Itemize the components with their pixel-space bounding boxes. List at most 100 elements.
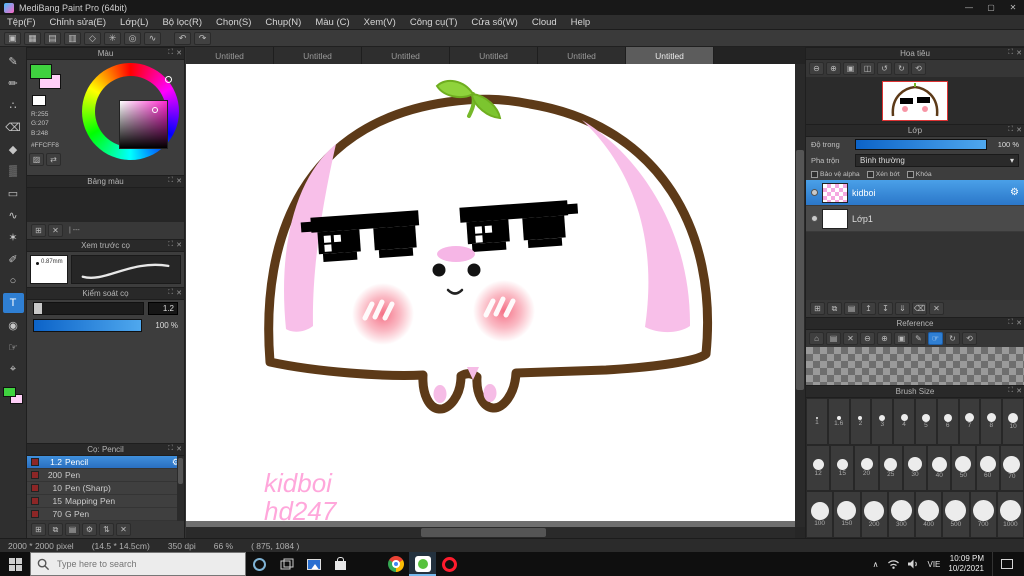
brush-size-5[interactable]: 5: [914, 398, 937, 445]
menu-item-5[interactable]: Chụp(N): [258, 15, 308, 29]
brush-size-1[interactable]: 1: [806, 398, 828, 445]
menu-item-11[interactable]: Help: [564, 15, 598, 29]
brush-row-2[interactable]: 10 Pen (Sharp): [27, 482, 184, 495]
start-button[interactable]: [0, 552, 30, 576]
float-panel-icon[interactable]: ⛶: [168, 177, 173, 185]
task-view-button[interactable]: [273, 552, 300, 576]
snap-circle-icon[interactable]: ◎: [124, 31, 141, 45]
brush-row-3[interactable]: 15 Mapping Pen: [27, 495, 184, 508]
brush-size-10[interactable]: 10: [1002, 398, 1024, 445]
rotate-right-icon[interactable]: ↻: [894, 62, 909, 75]
menu-item-8[interactable]: Công cụ(T): [403, 15, 465, 29]
fit-window-icon[interactable]: ▣: [843, 62, 858, 75]
redo-button[interactable]: ↷: [194, 31, 211, 45]
brush-size-70[interactable]: 70: [999, 444, 1024, 492]
taskbar-clock[interactable]: 10:09 PM 10/2/2021: [948, 554, 984, 574]
canvas-tab-2[interactable]: Untitled: [362, 47, 450, 64]
zoom-out-icon[interactable]: ⊖: [860, 332, 875, 345]
close-panel-icon[interactable]: ✕: [176, 241, 182, 249]
sv-selector[interactable]: [152, 107, 158, 113]
action-center-button[interactable]: [992, 552, 1019, 576]
zoom-tool-icon[interactable]: ⌖: [3, 359, 24, 379]
gradient-tool-icon[interactable]: ▒: [3, 161, 24, 181]
snap-curve-icon[interactable]: ∿: [144, 31, 161, 45]
brush-size-value[interactable]: 1.2: [148, 302, 178, 315]
taskbar-search[interactable]: [30, 552, 246, 576]
snap-grid-icon[interactable]: ▦: [24, 31, 41, 45]
clear-layer-icon[interactable]: ⌫: [912, 302, 927, 315]
duplicate-layer-icon[interactable]: ⧉: [827, 302, 842, 315]
float-panel-icon[interactable]: ⛶: [1008, 126, 1013, 134]
brush-size-12[interactable]: 12: [806, 444, 831, 492]
close-panel-icon[interactable]: ✕: [176, 49, 182, 57]
primary-color-swatch[interactable]: [30, 64, 52, 79]
snap-cross-icon[interactable]: ▥: [64, 31, 81, 45]
brush-settings-icon[interactable]: ⚙: [82, 523, 97, 536]
brush-size-6[interactable]: 6: [936, 398, 959, 445]
menu-item-10[interactable]: Cloud: [525, 15, 564, 29]
layer-settings-gear-icon[interactable]: ⚙: [1010, 187, 1019, 198]
add-swatch-icon[interactable]: ⊞: [31, 224, 46, 237]
menu-item-3[interactable]: Bộ lọc(R): [155, 15, 209, 29]
layer-visibility-icon[interactable]: [811, 215, 818, 222]
reset-icon[interactable]: ⟲: [962, 332, 977, 345]
volume-icon[interactable]: [907, 559, 920, 569]
float-panel-icon[interactable]: ⛶: [1008, 319, 1013, 327]
saturation-value-box[interactable]: [119, 100, 168, 149]
snap-vanish-icon[interactable]: ◇: [84, 31, 101, 45]
store-app-button[interactable]: [327, 552, 354, 576]
navigator-preview-area[interactable]: [806, 77, 1024, 124]
eyedropper-tool-icon[interactable]: ◉: [3, 315, 24, 335]
brush-size-slider[interactable]: [33, 302, 144, 315]
brush-size-2[interactable]: 2: [849, 398, 872, 445]
layer-check-2[interactable]: Khóa: [906, 171, 932, 178]
foreground-color-swatch[interactable]: [2, 387, 16, 397]
add-brush-icon[interactable]: ⊞: [31, 523, 46, 536]
brush-list-scrollbar[interactable]: [177, 456, 184, 521]
menu-item-6[interactable]: Màu (C): [308, 15, 356, 29]
duplicate-brush-icon[interactable]: ⧉: [48, 523, 63, 536]
brush-size-25[interactable]: 25: [878, 444, 903, 492]
delete-swatch-icon[interactable]: ✕: [48, 224, 63, 237]
pencil-tool-icon[interactable]: ✏: [3, 73, 24, 93]
brush-row-4[interactable]: 70 G Pen: [27, 508, 184, 521]
canvas-horizontal-scrollbar[interactable]: [186, 527, 795, 538]
brush-folder-icon[interactable]: ▤: [65, 523, 80, 536]
transparent-color-icon[interactable]: ▨: [29, 153, 44, 166]
rotate-icon[interactable]: ↻: [945, 332, 960, 345]
brush-size-15[interactable]: 15: [830, 444, 855, 492]
hue-selector[interactable]: [165, 76, 172, 83]
brush-size-3[interactable]: 3: [871, 398, 894, 445]
lasso-tool-icon[interactable]: ∿: [3, 205, 24, 225]
rotate-left-icon[interactable]: ↺: [877, 62, 892, 75]
select-pen-tool-icon[interactable]: ✐: [3, 249, 24, 269]
checkbox-icon[interactable]: [866, 171, 874, 178]
chrome-app-button[interactable]: [382, 552, 409, 576]
open-image-icon[interactable]: ▤: [826, 332, 841, 345]
brush-size-8[interactable]: 8: [980, 398, 1003, 445]
brush-row-1[interactable]: 200 Pen: [27, 469, 184, 482]
close-button[interactable]: ✕: [1002, 0, 1024, 15]
snap-off-icon[interactable]: ▣: [4, 31, 21, 45]
menu-item-1[interactable]: Chỉnh sửa(E): [43, 15, 114, 29]
blend-mode-select[interactable]: Bình thường ▾: [855, 154, 1019, 167]
add-layer-icon[interactable]: ⊞: [810, 302, 825, 315]
brush-size-1000[interactable]: 1000: [996, 491, 1024, 539]
brush-row-0[interactable]: 1.2 Pencil ⚙: [27, 456, 184, 469]
brush-size-7[interactable]: 7: [958, 398, 981, 445]
photos-app-button[interactable]: [300, 552, 327, 576]
undo-button[interactable]: ↶: [174, 31, 191, 45]
swap-color-icon[interactable]: ⇄: [46, 153, 61, 166]
zoom-in-icon[interactable]: ⊕: [826, 62, 841, 75]
magic-wand-tool-icon[interactable]: ✶: [3, 227, 24, 247]
delete-layer-icon[interactable]: ✕: [929, 302, 944, 315]
brush-size-40[interactable]: 40: [927, 444, 952, 492]
layer-visibility-icon[interactable]: [811, 189, 818, 196]
text-tool-icon[interactable]: T: [2, 293, 24, 313]
menu-item-2[interactable]: Lớp(L): [113, 15, 155, 29]
snap-radial-icon[interactable]: ✳: [104, 31, 121, 45]
drawing-canvas[interactable]: kidboi hd247: [186, 64, 795, 526]
brush-size-60[interactable]: 60: [975, 444, 1000, 492]
canvas-tab-3[interactable]: Untitled: [450, 47, 538, 64]
search-input[interactable]: [55, 558, 239, 570]
